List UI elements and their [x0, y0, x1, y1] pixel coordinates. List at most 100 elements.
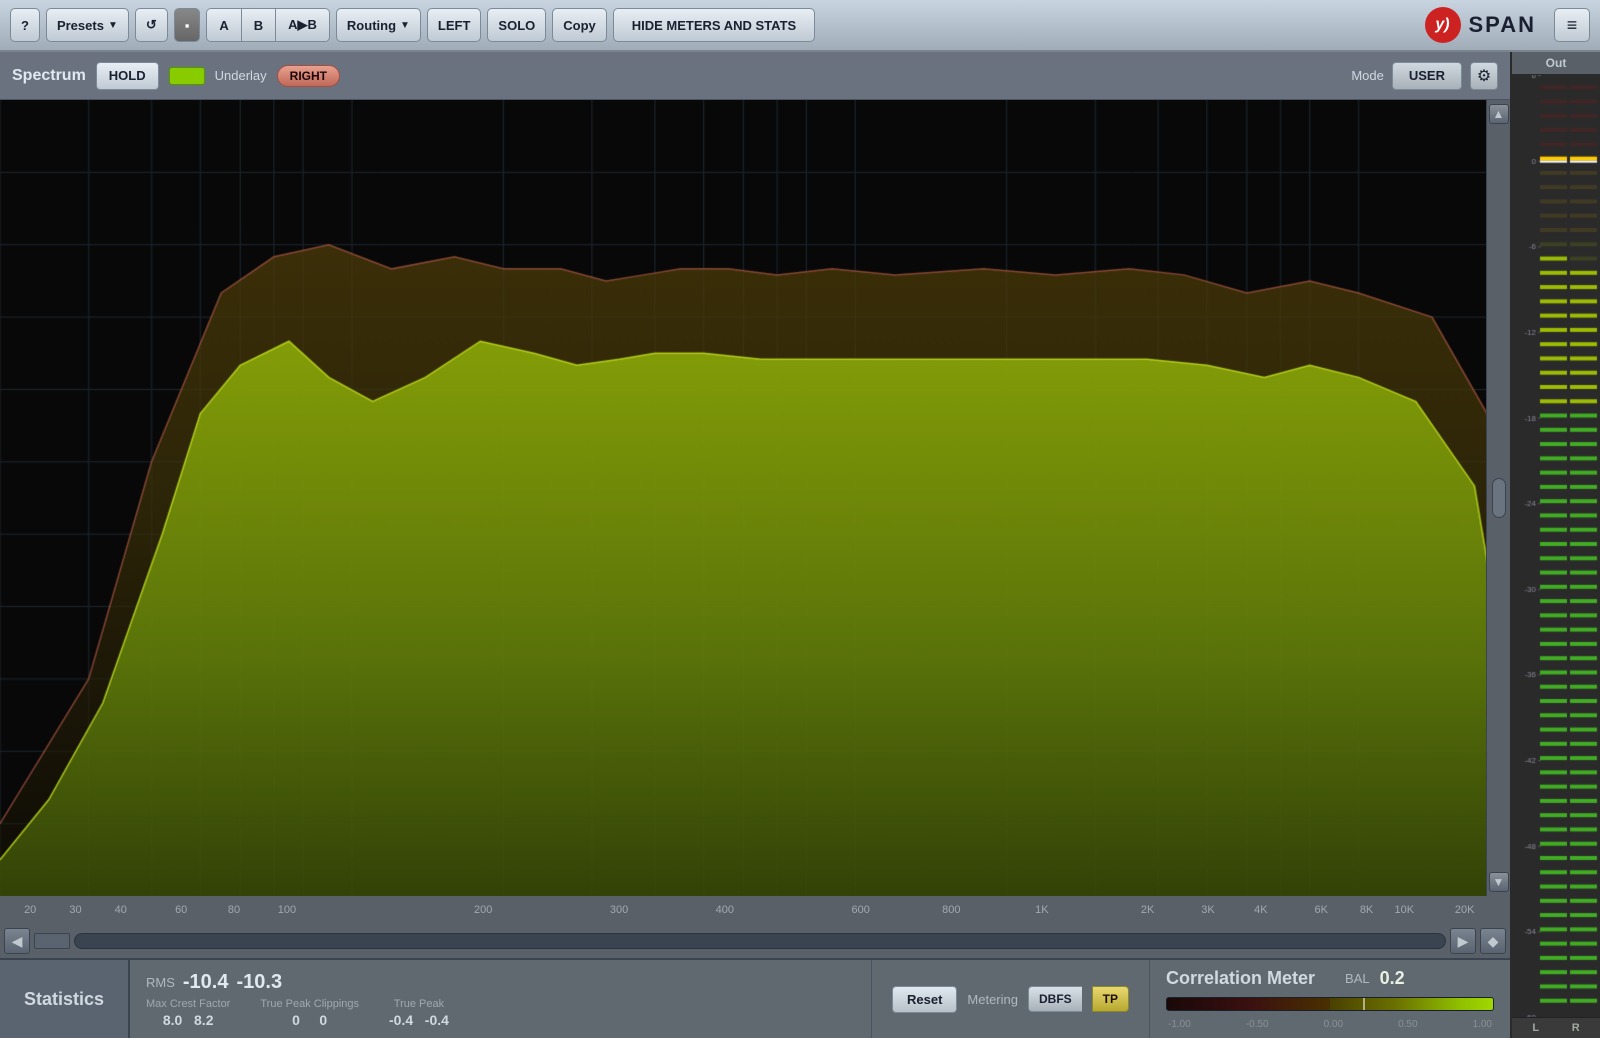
freq-200: 200 [474, 904, 492, 916]
true-peak-val: -0.4 -0.4 [389, 1012, 449, 1028]
scroll-track[interactable] [74, 933, 1446, 949]
freq-1k: 1K [1035, 904, 1048, 916]
max-crest-val: 8.0 8.2 [163, 1012, 214, 1028]
scroll-thumb[interactable] [34, 933, 70, 949]
rms-row: RMS -10.4 -10.3 [146, 971, 855, 994]
logo-text: SPAN [1469, 12, 1537, 38]
mode-section: Mode USER ⚙ [1351, 62, 1498, 90]
vu-r-label: R [1572, 1022, 1580, 1034]
bal-label: BAL [1345, 971, 1370, 986]
gear-button[interactable]: ⚙ [1470, 62, 1498, 90]
chart-scroll-down[interactable]: ▼ [1489, 872, 1509, 892]
freq-40: 40 [115, 904, 127, 916]
mode-label: Mode [1351, 68, 1384, 83]
spectrum-canvas: -18 -24 -30 -36 -42 -48 -54 -60 -66 -72 … [0, 100, 1510, 896]
correlation-title: Correlation Meter [1166, 968, 1315, 989]
statistics-content: RMS -10.4 -10.3 Max Crest Factor 8.0 8.2 [130, 960, 871, 1038]
copy-button[interactable]: Copy [552, 8, 607, 42]
freq-20: 20 [24, 904, 36, 916]
corr-axis-minus1: -1.00 [1168, 1019, 1191, 1030]
logo-area: y) SPAN [1425, 7, 1537, 43]
corr-axis-0: 0.00 [1324, 1019, 1343, 1030]
max-crest-item: Max Crest Factor 8.0 8.2 [146, 998, 230, 1028]
a-button[interactable]: A [207, 9, 241, 41]
freq-80: 80 [228, 904, 240, 916]
correlation-axis: -1.00 -0.50 0.00 0.50 1.00 [1166, 1019, 1494, 1030]
vu-l-label: L [1532, 1022, 1539, 1034]
bal-value: 0.2 [1380, 968, 1405, 989]
rms-left-value: -10.4 [183, 971, 229, 994]
scroll-left-button[interactable]: ◀ [4, 928, 30, 954]
freq-30: 30 [69, 904, 81, 916]
rms-label: RMS [146, 975, 175, 990]
statistics-title: Statistics [24, 989, 104, 1010]
metering-label: Metering [967, 992, 1018, 1007]
true-peak-clip-label: True Peak Clippings [260, 998, 359, 1010]
true-peak-item: True Peak -0.4 -0.4 [389, 998, 449, 1028]
corr-axis-minus05: -0.50 [1246, 1019, 1269, 1030]
freq-3k: 3K [1201, 904, 1214, 916]
correlation-section: Correlation Meter BAL 0.2 [1150, 960, 1510, 1038]
user-mode-button[interactable]: USER [1392, 62, 1462, 90]
green-indicator [169, 67, 205, 85]
ab-button[interactable]: A▶B [276, 9, 329, 41]
true-peak-clip-val: 0 0 [292, 1012, 327, 1028]
freq-60: 60 [175, 904, 187, 916]
freq-6k: 6K [1315, 904, 1328, 916]
hide-meters-button[interactable]: HIDE METERS AND STATS [613, 8, 815, 42]
vu-meter-content [1512, 75, 1600, 1017]
spectrum-header: Spectrum HOLD Underlay RIGHT Mode USER ⚙ [0, 52, 1510, 100]
true-peak-label: True Peak [394, 998, 444, 1010]
gray-button[interactable]: ▪ [174, 8, 201, 42]
freq-300: 300 [610, 904, 628, 916]
statistics-label-box: Statistics [0, 960, 130, 1038]
freq-4k: 4K [1254, 904, 1267, 916]
corr-axis-05: 0.50 [1398, 1019, 1417, 1030]
toolbar: ? Presets ▼ ↺ ▪ A B A▶B Routing ▼ LEFT S… [0, 0, 1600, 52]
freq-800: 800 [942, 904, 960, 916]
rms-right-value: -10.3 [236, 971, 282, 994]
statistics-row: Statistics RMS -10.4 -10.3 Max Crest Fac… [0, 958, 1510, 1038]
help-button[interactable]: ? [10, 8, 40, 42]
stats-center: Reset Metering DBFS TP [871, 960, 1150, 1038]
max-crest-label: Max Crest Factor [146, 998, 230, 1010]
main-content: Spectrum HOLD Underlay RIGHT Mode USER ⚙… [0, 52, 1600, 1038]
freq-400: 400 [716, 904, 734, 916]
chart-scroll-thumb[interactable] [1492, 478, 1506, 518]
presets-button[interactable]: Presets ▼ [46, 8, 129, 42]
scroll-right-button[interactable]: ▶ [1450, 928, 1476, 954]
spectrum-title: Spectrum [12, 67, 86, 85]
correlation-header: Correlation Meter BAL 0.2 [1166, 968, 1494, 989]
hold-button[interactable]: HOLD [96, 62, 159, 90]
right-button[interactable]: RIGHT [277, 65, 340, 87]
frequency-axis: 20 30 40 60 80 100 200 300 400 600 800 1… [0, 896, 1510, 924]
freq-2k: 2K [1141, 904, 1154, 916]
vu-canvas [1512, 75, 1600, 1017]
vu-meter: Out L R [1510, 52, 1600, 1038]
solo-button[interactable]: SOLO [487, 8, 546, 42]
ab-group: A B A▶B [206, 8, 330, 42]
tp-button[interactable]: TP [1092, 986, 1129, 1012]
scroll-row: ◀ ▶ ◆ [0, 924, 1510, 958]
scroll-diamond-button[interactable]: ◆ [1480, 928, 1506, 954]
freq-100: 100 [278, 904, 296, 916]
logo-icon: y) [1425, 7, 1461, 43]
freq-20k: 20K [1455, 904, 1475, 916]
stats-subrow: Max Crest Factor 8.0 8.2 True Peak Clipp… [146, 998, 855, 1028]
refresh-button[interactable]: ↺ [135, 8, 168, 42]
dbfs-button[interactable]: DBFS [1028, 986, 1082, 1012]
left-button[interactable]: LEFT [427, 8, 482, 42]
b-button[interactable]: B [242, 9, 276, 41]
chart-display: -18 -24 -30 -36 -42 -48 -54 -60 -66 -72 … [0, 100, 1510, 896]
spectrum-area: Spectrum HOLD Underlay RIGHT Mode USER ⚙… [0, 52, 1510, 1038]
corr-axis-1: 1.00 [1473, 1019, 1492, 1030]
spectrum-canvas-element [0, 100, 1510, 896]
correlation-bar [1166, 997, 1494, 1011]
freq-10k: 10K [1395, 904, 1415, 916]
freq-8k: 8K [1360, 904, 1373, 916]
reset-button[interactable]: Reset [892, 986, 957, 1013]
menu-button[interactable]: ≡ [1554, 8, 1590, 42]
freq-600: 600 [852, 904, 870, 916]
chart-scroll-up[interactable]: ▲ [1489, 104, 1509, 124]
routing-button[interactable]: Routing ▼ [336, 8, 421, 42]
